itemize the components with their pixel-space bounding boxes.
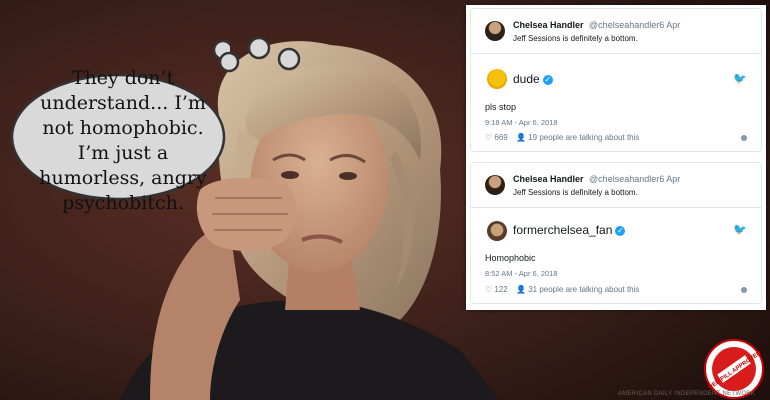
quoted-text: Jeff Sessions is definitely a bottom. — [513, 188, 638, 197]
quoted-text: Jeff Sessions is definitely a bottom. — [513, 34, 638, 43]
person-icon: 👤 — [516, 285, 526, 294]
watermark: AMERICAN DAILY INDEPENDENT NETWORK — [618, 391, 756, 397]
tweet-stats: ♡ 122 👤 31 people are talking about this — [485, 285, 639, 294]
tweet-time: 8:52 AM - Apr 6, 2018 — [485, 269, 558, 278]
thought-bubble-dots — [218, 36, 301, 73]
tweet-card: Chelsea Handler @chelseahandler6 Apr Jef… — [470, 8, 762, 152]
person-icon: 👤 — [516, 133, 526, 142]
quoted-name: Chelsea Handler — [513, 174, 584, 184]
avatar — [485, 175, 505, 195]
verified-badge-icon: ✓ — [615, 225, 626, 236]
quoted-tweet: Chelsea Handler @chelseahandler6 Apr Jef… — [471, 9, 761, 54]
like-count: 122 — [494, 285, 508, 294]
info-icon — [741, 135, 747, 141]
avatar — [485, 21, 505, 41]
tweet-text: Homophobic — [485, 253, 536, 263]
quoted-handle: @chelseahandler — [589, 174, 660, 184]
verified-badge-icon: ✓ — [542, 74, 553, 85]
talking-count: 19 people are talking about this — [528, 133, 640, 142]
quoted-date: 6 Apr — [659, 174, 681, 184]
tweet-text: pls stop — [485, 102, 517, 112]
quoted-name: Chelsea Handler — [513, 20, 584, 30]
twitter-bird-icon: 🐦 — [733, 224, 747, 236]
avatar — [487, 69, 507, 89]
meme-image: They don’t understand... I’m not homopho… — [0, 0, 770, 400]
info-icon — [741, 287, 747, 293]
avatar — [487, 221, 507, 241]
tweet-screenshots: Chelsea Handler @chelseahandler6 Apr Jef… — [466, 5, 766, 310]
thought-bubble-text: They don’t understand... I’m not homopho… — [39, 67, 207, 214]
user-name: dude — [513, 72, 540, 86]
quoted-handle: @chelseahandler — [589, 20, 660, 30]
twitter-bird-icon: 🐦 — [733, 73, 747, 85]
heart-icon: ♡ — [485, 285, 493, 294]
tweet-time: 9:18 AM - Apr 6, 2018 — [485, 118, 558, 127]
talking-count: 31 people are talking about this — [528, 285, 640, 294]
user-name: formerchelsea_fan — [513, 223, 613, 237]
quoted-tweet: Chelsea Handler @chelseahandler6 Apr Jef… — [471, 163, 761, 208]
tweet-card: Chelsea Handler @chelseahandler6 Apr Jef… — [470, 162, 762, 304]
heart-icon: ♡ — [485, 133, 493, 142]
quoted-date: 6 Apr — [659, 20, 681, 30]
like-count: 669 — [494, 133, 508, 142]
tweet-stats: ♡ 669 👤 19 people are talking about this — [485, 133, 639, 142]
